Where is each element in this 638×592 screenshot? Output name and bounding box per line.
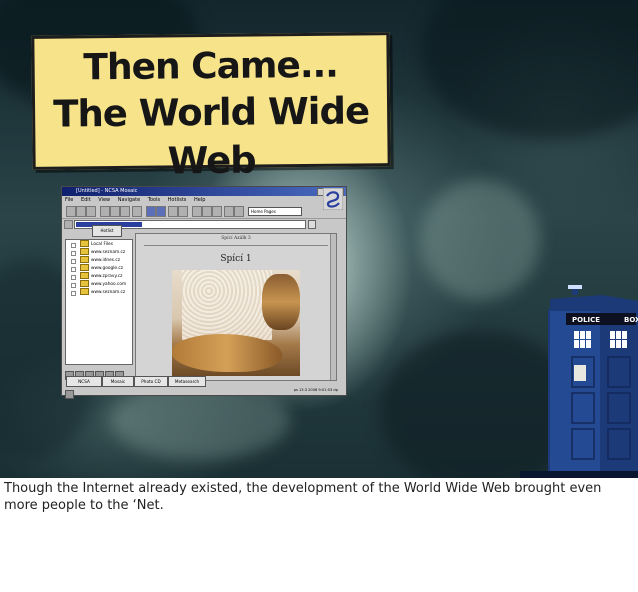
tree-item[interactable]: www.idnes.cz (66, 256, 132, 264)
menu-view[interactable]: View (98, 197, 110, 203)
url-dropdown-button[interactable] (308, 220, 316, 229)
folder-icon (80, 240, 89, 247)
bottom-button-bar: NCSA Mosaic Photo CD Metasearch (62, 375, 346, 387)
copy-icon[interactable] (110, 206, 120, 217)
title-banner: Then Came... The World Wide Web (31, 32, 391, 182)
tree-item[interactable]: www.yahoo.com (66, 280, 132, 288)
window-titlebar: [Untitled] - NCSA Mosaic (62, 187, 346, 196)
tree-item[interactable]: www.seznam.cz (66, 248, 132, 256)
url-icon (64, 220, 73, 229)
print-icon[interactable] (86, 206, 96, 217)
metasearch-button[interactable]: Metasearch (168, 376, 206, 387)
ncsa-button[interactable]: NCSA (66, 376, 102, 387)
open-icon[interactable] (66, 206, 76, 217)
paste-icon[interactable] (120, 206, 130, 217)
folder-icon (80, 256, 89, 263)
folder-icon (80, 264, 89, 271)
mosaic-button[interactable]: Mosaic (102, 376, 134, 387)
home-icon[interactable] (168, 206, 178, 217)
hotlist-tree: Local Files www.seznam.cz www.idnes.cz w… (65, 239, 133, 365)
menu-navigate[interactable]: Navigate (118, 197, 140, 203)
tree-item-label: Local Files (91, 242, 113, 247)
back-arrow-icon[interactable] (146, 206, 156, 217)
mosaic-browser-window: [Untitled] - NCSA Mosaic File Edit View … (61, 186, 347, 399)
lace-curtain (182, 270, 272, 340)
status-bar: ps 13.3 2008 9:01:53 dp (62, 387, 346, 394)
tree-item[interactable]: www.google.cz (66, 264, 132, 272)
hotlist-combo[interactable]: Home Pages (248, 207, 302, 216)
tree-item-label: www.google.cz (91, 266, 124, 271)
tardis-sign-police: POLICE (572, 316, 600, 324)
tree-item-label: www.seznam.cz (91, 290, 126, 295)
page-small-heading: Spící Azálk 3 (221, 236, 251, 241)
menu-help[interactable]: Help (194, 197, 205, 203)
menu-edit[interactable]: Edit (81, 197, 91, 203)
tree-item-label: www.yahoo.com (91, 282, 127, 287)
photo-cd-button[interactable]: Photo CD (134, 376, 168, 387)
cut-icon[interactable] (100, 206, 110, 217)
folder-icon (80, 248, 89, 255)
tree-item[interactable]: www.seznam.cz (66, 288, 132, 296)
tree-toolbar (65, 365, 131, 399)
forward-arrow-icon[interactable] (156, 206, 166, 217)
stop-icon[interactable] (192, 206, 202, 217)
window-title: [Untitled] - NCSA Mosaic (76, 188, 138, 194)
tardis-sign-box: BOX (624, 316, 638, 324)
tree-item[interactable]: www.zpravy.cz (66, 272, 132, 280)
save-icon[interactable] (76, 206, 86, 217)
dog-photo (172, 270, 300, 376)
menu-hotlists[interactable]: Hotlists (168, 197, 187, 203)
title-line-1: Then Came... (83, 44, 339, 89)
tree-item[interactable]: Local Files (66, 240, 132, 248)
page-heading: Spící 1 (220, 254, 252, 264)
tree-item-label: www.seznam.cz (91, 250, 126, 255)
document-view: Spící Azálk 3 Spící 1 (135, 233, 337, 381)
menu-file[interactable]: File (65, 197, 73, 203)
divider (144, 245, 328, 246)
toolbar: Home Pages (62, 204, 346, 219)
title-line-2: The World Wide Web (52, 89, 370, 183)
folder-icon (80, 288, 89, 295)
menu-tools[interactable]: Tools (148, 197, 160, 203)
hotlist-button[interactable]: Hotlist (92, 225, 122, 237)
mosaic-logo-icon (323, 188, 343, 210)
dog-lying (172, 334, 282, 372)
folder-icon (80, 280, 89, 287)
mail-icon[interactable] (234, 206, 244, 217)
dog-standing (262, 274, 300, 330)
find-icon[interactable] (132, 206, 142, 217)
reload-icon[interactable] (178, 206, 188, 217)
tardis-image: POLICE BOX (520, 285, 638, 478)
folder-icon (80, 272, 89, 279)
tree-item-label: www.zpravy.cz (91, 274, 123, 279)
globe-icon[interactable] (202, 206, 212, 217)
vertical-scrollbar[interactable] (330, 234, 336, 380)
slide-caption: Though the Internet already existed, the… (4, 481, 602, 513)
slide-background: Then Came... The World Wide Web [Untitle… (0, 0, 638, 478)
hotlist-icon[interactable] (212, 206, 222, 217)
news-icon[interactable] (224, 206, 234, 217)
tree-item-label: www.idnes.cz (91, 258, 121, 263)
status-text: ps 13.3 2008 9:01:53 dp (293, 388, 338, 392)
menu-bar: File Edit View Navigate Tools Hotlists H… (62, 196, 346, 204)
